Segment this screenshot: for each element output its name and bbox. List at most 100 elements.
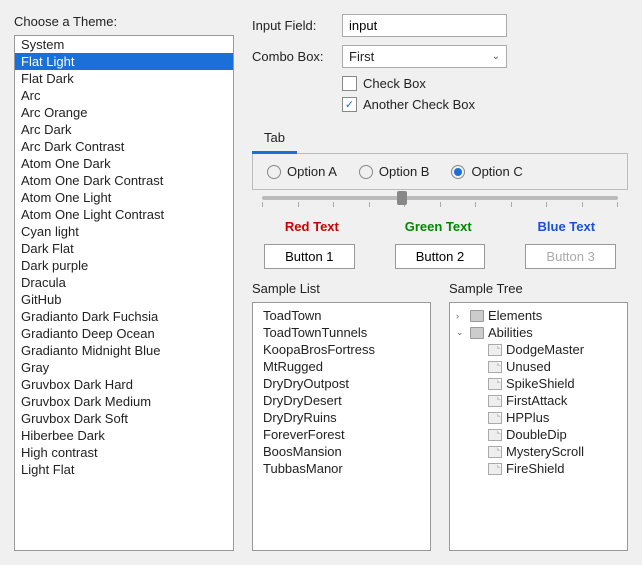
tab[interactable]: Tab <box>252 126 297 154</box>
tree-node[interactable]: ⌄Abilities <box>450 324 627 341</box>
file-icon <box>488 463 502 475</box>
tree-leaf-label: SpikeShield <box>506 376 575 391</box>
radio-option[interactable]: Option A <box>267 164 337 179</box>
button-1[interactable]: Button 1 <box>264 244 354 269</box>
tree-leaf[interactable]: SpikeShield <box>450 375 627 392</box>
button-2[interactable]: Button 2 <box>395 244 485 269</box>
file-icon <box>488 446 502 458</box>
chevron-right-icon: › <box>456 311 466 321</box>
theme-item[interactable]: Gradianto Dark Fuchsia <box>15 308 233 325</box>
theme-item[interactable]: Arc Dark <box>15 121 233 138</box>
tree-node[interactable]: › Elements <box>450 307 627 324</box>
theme-label: Choose a Theme: <box>14 14 234 29</box>
red-text: Red Text <box>285 219 339 234</box>
tree-leaf[interactable]: FireShield <box>450 460 627 477</box>
theme-item[interactable]: High contrast <box>15 444 233 461</box>
theme-item[interactable]: Gruvbox Dark Soft <box>15 410 233 427</box>
tree-leaf[interactable]: Unused <box>450 358 627 375</box>
list-item[interactable]: BoosMansion <box>253 443 430 460</box>
checkbox-2-label: Another Check Box <box>363 97 475 112</box>
theme-item[interactable]: Dracula <box>15 274 233 291</box>
list-item[interactable]: DryDryDesert <box>253 392 430 409</box>
theme-item[interactable]: Gradianto Deep Ocean <box>15 325 233 342</box>
radio-label: Option C <box>471 164 522 179</box>
folder-icon <box>470 310 484 322</box>
file-icon <box>488 412 502 424</box>
list-item[interactable]: KoopaBrosFortress <box>253 341 430 358</box>
tree-leaf-label: HPPlus <box>506 410 549 425</box>
tree-leaf-label: DodgeMaster <box>506 342 584 357</box>
folder-icon <box>470 327 484 339</box>
input-field-label: Input Field: <box>252 18 342 33</box>
theme-item[interactable]: Light Flat <box>15 461 233 478</box>
checkbox-2[interactable]: ✓ <box>342 97 357 112</box>
tree-leaf[interactable]: FirstAttack <box>450 392 627 409</box>
checkbox-1-label: Check Box <box>363 76 426 91</box>
theme-item[interactable]: Atom One Dark <box>15 155 233 172</box>
file-icon <box>488 344 502 356</box>
radio-option[interactable]: Option C <box>451 164 522 179</box>
file-icon <box>488 395 502 407</box>
tree-leaf-label: Unused <box>506 359 551 374</box>
theme-item[interactable]: Gruvbox Dark Hard <box>15 376 233 393</box>
green-text: Green Text <box>405 219 472 234</box>
file-icon <box>488 361 502 373</box>
chevron-down-icon: ⌄ <box>492 51 500 62</box>
theme-item[interactable]: Arc Orange <box>15 104 233 121</box>
tree-leaf[interactable]: DodgeMaster <box>450 341 627 358</box>
sample-tree[interactable]: › Elements⌄AbilitiesDodgeMaster Unused Spik… <box>449 302 628 551</box>
radio-option[interactable]: Option B <box>359 164 430 179</box>
sample-list-label: Sample List <box>252 281 431 296</box>
combo-value: First <box>349 49 374 64</box>
slider-thumb[interactable] <box>397 191 407 205</box>
list-item[interactable]: MtRugged <box>253 358 430 375</box>
radio-label: Option B <box>379 164 430 179</box>
button-3: Button 3 <box>525 244 615 269</box>
tree-leaf[interactable]: DoubleDip <box>450 426 627 443</box>
tree-leaf-label: DoubleDip <box>506 427 567 442</box>
tree-leaf[interactable]: MysteryScroll <box>450 443 627 460</box>
radio-icon <box>267 165 281 179</box>
sample-tree-label: Sample Tree <box>449 281 628 296</box>
theme-item[interactable]: Gray <box>15 359 233 376</box>
theme-item[interactable]: Dark Flat <box>15 240 233 257</box>
theme-item[interactable]: Dark purple <box>15 257 233 274</box>
theme-item[interactable]: Atom One Light <box>15 189 233 206</box>
theme-item[interactable]: Arc <box>15 87 233 104</box>
tree-node-label: Elements <box>488 308 542 323</box>
theme-item[interactable]: System <box>15 36 233 53</box>
list-item[interactable]: ForeverForest <box>253 426 430 443</box>
theme-item[interactable]: Atom One Dark Contrast <box>15 172 233 189</box>
theme-item[interactable]: Gradianto Midnight Blue <box>15 342 233 359</box>
radio-icon <box>359 165 373 179</box>
theme-item[interactable]: Hiberbee Dark <box>15 427 233 444</box>
radio-icon <box>451 165 465 179</box>
theme-item[interactable]: Cyan light <box>15 223 233 240</box>
tree-leaf[interactable]: HPPlus <box>450 409 627 426</box>
file-icon <box>488 429 502 441</box>
tree-leaf-label: FirstAttack <box>506 393 567 408</box>
chevron-down-icon: ⌄ <box>456 327 466 338</box>
radio-label: Option A <box>287 164 337 179</box>
list-item[interactable]: ToadTown <box>253 307 430 324</box>
input-field[interactable] <box>342 14 507 37</box>
theme-item[interactable]: Flat Light <box>15 53 233 70</box>
theme-listbox[interactable]: SystemFlat LightFlat DarkArcArc OrangeAr… <box>14 35 234 551</box>
theme-item[interactable]: GitHub <box>15 291 233 308</box>
combo-box[interactable]: First ⌄ <box>342 45 507 68</box>
theme-item[interactable]: Gruvbox Dark Medium <box>15 393 233 410</box>
theme-item[interactable]: Atom One Light Contrast <box>15 206 233 223</box>
file-icon <box>488 378 502 390</box>
blue-text: Blue Text <box>538 219 596 234</box>
theme-item[interactable]: Arc Dark Contrast <box>15 138 233 155</box>
checkbox-1[interactable] <box>342 76 357 91</box>
list-item[interactable]: ToadTownTunnels <box>253 324 430 341</box>
theme-item[interactable]: Flat Dark <box>15 70 233 87</box>
list-item[interactable]: TubbasManor <box>253 460 430 477</box>
sample-list[interactable]: ToadTownToadTownTunnelsKoopaBrosFortress… <box>252 302 431 551</box>
list-item[interactable]: DryDryOutpost <box>253 375 430 392</box>
slider[interactable] <box>252 190 628 207</box>
combo-label: Combo Box: <box>252 49 342 64</box>
list-item[interactable]: DryDryRuins <box>253 409 430 426</box>
tree-leaf-label: MysteryScroll <box>506 444 584 459</box>
